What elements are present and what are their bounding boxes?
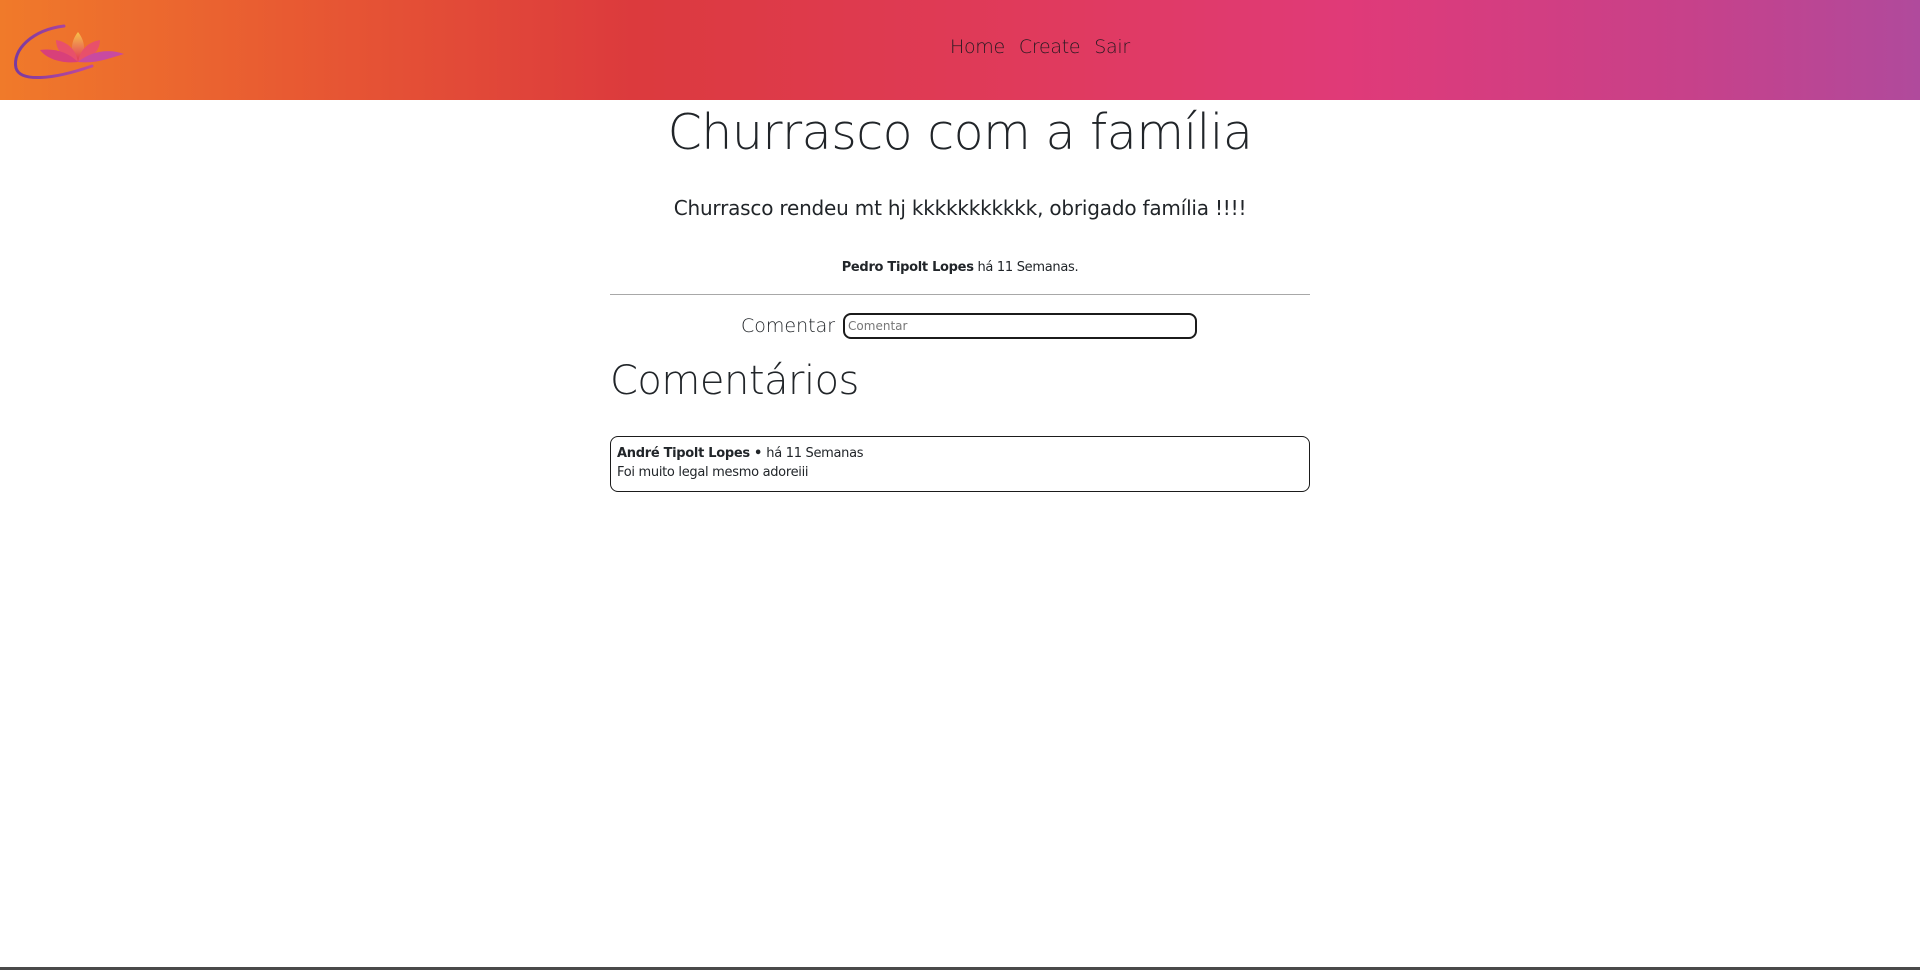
comment-text: Foi muito legal mesmo adoreiii: [617, 465, 809, 480]
top-navbar: Home Create Sair: [0, 0, 1920, 100]
post-body: Churrasco rendeu mt hj kkkkkkkkkkk, obri…: [673, 196, 1247, 220]
post-time: há 11 Semanas.: [977, 260, 1079, 275]
comment-time: há 11 Semanas: [766, 446, 864, 461]
lotus-logo-icon[interactable]: [12, 20, 128, 86]
comment-input[interactable]: [843, 313, 1198, 339]
nav-link-create[interactable]: Create: [1019, 36, 1081, 58]
nav-link-sair[interactable]: Sair: [1094, 36, 1130, 58]
comment-form: Comentar: [741, 313, 1198, 339]
post-author: Pedro Tipolt Lopes: [841, 260, 974, 275]
nav-link-home[interactable]: Home: [950, 36, 1005, 58]
comment-separator: •: [749, 446, 767, 461]
comment-author: André Tipolt Lopes: [617, 446, 750, 461]
nav-links: Home Create Sair: [950, 36, 1144, 58]
comment-card: André Tipolt Lopes • há 11 Semanas Foi m…: [610, 436, 1310, 492]
comments-heading: Comentários: [610, 358, 859, 404]
post-meta: Pedro Tipolt Lopes há 11 Semanas.: [0, 260, 1920, 275]
comment-label: Comentar: [741, 315, 836, 337]
comment-header: André Tipolt Lopes • há 11 Semanas: [617, 444, 1303, 463]
divider: [610, 294, 1310, 295]
post-title: Churrasco com a família: [667, 104, 1253, 161]
